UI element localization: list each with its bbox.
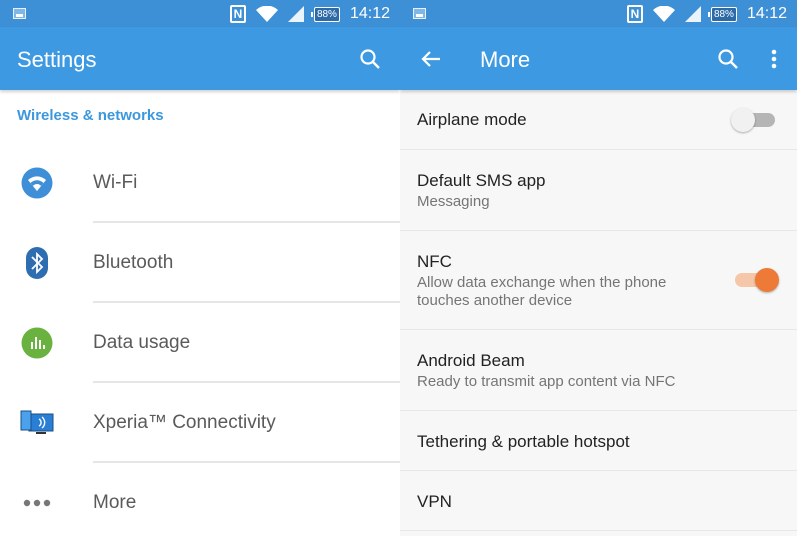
settings-item-label: Wi-Fi [93,172,138,193]
xperia-connectivity-icon [20,406,54,440]
item-title: VPN [417,492,452,511]
battery-indicator: 88% [310,6,340,22]
settings-item-bluetooth[interactable]: Bluetooth [0,223,400,303]
bluetooth-icon [20,246,54,280]
airplane-mode-toggle[interactable] [731,108,775,132]
app-bar: Settings [0,27,400,90]
back-button[interactable] [417,45,445,73]
settings-item-wifi[interactable]: Wi-Fi [0,143,400,223]
item-subtitle: Ready to transmit app content via NFC [417,373,676,390]
item-subtitle: Allow data exchange when the phone touch… [417,274,667,309]
item-title: NFC [417,252,452,271]
settings-item-xperia-connectivity[interactable]: Xperia™ Connectivity [0,383,400,463]
tethering-item[interactable]: Tethering & portable hotspot [400,411,797,471]
nfc-status-icon: N [229,5,246,23]
data-usage-icon [20,326,54,360]
wifi-status-icon [652,6,675,22]
signal-icon [287,6,304,22]
status-bar: N 88% 14:12 [0,0,400,27]
item-title: Tethering & portable hotspot [417,432,630,451]
overflow-menu-button[interactable] [760,45,788,73]
item-title: Android Beam [417,351,525,370]
back-arrow-icon [421,51,440,67]
battery-indicator: 88% [707,6,737,22]
clock: 14:12 [746,5,787,22]
item-title: Default SMS app [417,171,546,190]
app-bar: More [400,27,797,90]
overflow-menu-icon [771,49,777,69]
search-icon [360,49,380,69]
more-screen: N 88% 14:12 More Airplane mode Default S… [400,0,797,536]
nfc-item[interactable]: NFC Allow data exchange when the phone t… [400,231,797,330]
nfc-toggle[interactable] [735,268,779,292]
page-title: More [480,47,531,72]
toggle-knob [731,108,755,132]
toggle-knob [755,268,779,292]
signal-icon [684,6,701,22]
section-header: Wireless & networks [17,107,164,124]
vpn-item[interactable]: VPN [400,471,797,531]
item-title: Airplane mode [417,110,527,129]
settings-item-more[interactable]: More [0,463,400,536]
clock: 14:12 [349,5,390,22]
search-button[interactable] [714,45,742,73]
screenshot-notification-icon [13,8,26,19]
settings-item-label: Bluetooth [93,252,174,273]
search-icon [718,49,738,69]
wifi-icon [20,166,54,200]
settings-item-label: Xperia™ Connectivity [93,412,276,433]
android-beam-item[interactable]: Android Beam Ready to transmit app conte… [400,330,797,411]
airplane-mode-item[interactable]: Airplane mode [400,90,797,150]
settings-screen: N 88% 14:12 Settings Wireless & networks… [0,0,400,536]
default-sms-app-item[interactable]: Default SMS app Messaging [400,150,797,231]
search-button[interactable] [356,45,384,73]
status-bar: N 88% 14:12 [400,0,797,27]
settings-item-data-usage[interactable]: Data usage [0,303,400,383]
settings-item-label: Data usage [93,332,191,353]
page-title: Settings [17,47,97,72]
screenshot-notification-icon [413,8,426,19]
settings-item-label: More [93,492,137,513]
wifi-status-icon [255,6,278,22]
item-subtitle: Messaging [417,193,490,210]
more-dots-icon [20,486,54,520]
nfc-status-icon: N [626,5,643,23]
